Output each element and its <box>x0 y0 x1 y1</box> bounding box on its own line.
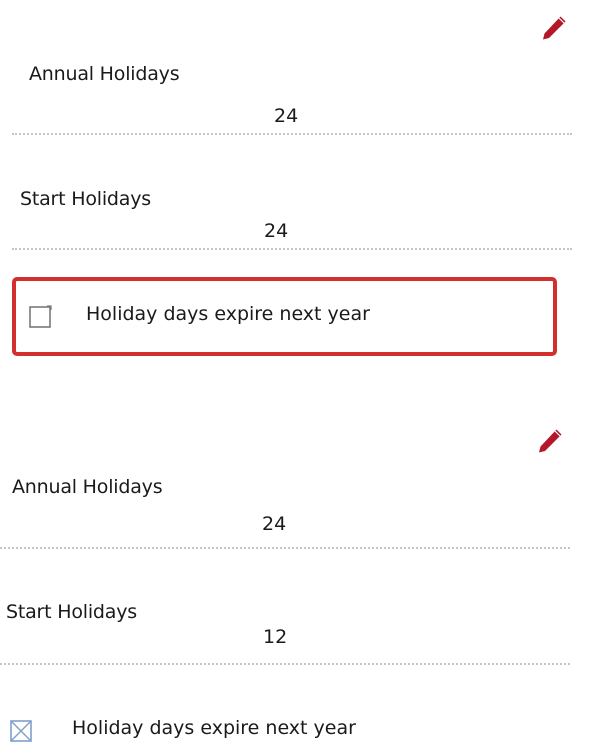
start-holidays-value: 12 <box>263 626 288 648</box>
annual-holidays-label: Annual Holidays <box>12 476 163 498</box>
divider <box>12 248 572 250</box>
divider <box>0 663 570 665</box>
annual-holidays-label: Annual Holidays <box>29 63 180 85</box>
edit-pencil-icon[interactable] <box>538 12 570 44</box>
start-holidays-value: 24 <box>264 220 289 242</box>
annual-holidays-value: 24 <box>262 513 287 535</box>
divider <box>12 133 572 135</box>
divider <box>0 547 570 549</box>
edit-pencil-icon[interactable] <box>534 425 566 457</box>
start-holidays-label: Start Holidays <box>20 188 151 210</box>
annual-holidays-value: 24 <box>274 105 299 127</box>
start-holidays-label: Start Holidays <box>6 601 137 623</box>
holiday-expire-label[interactable]: Holiday days expire next year <box>86 302 370 326</box>
holiday-expire-label[interactable]: Holiday days expire next year <box>72 716 356 740</box>
checkbox-checked-icon[interactable] <box>8 718 34 744</box>
highlighted-checkbox-row: Holiday days expire next year <box>12 277 557 356</box>
checkbox-unchecked-icon[interactable] <box>28 304 54 330</box>
